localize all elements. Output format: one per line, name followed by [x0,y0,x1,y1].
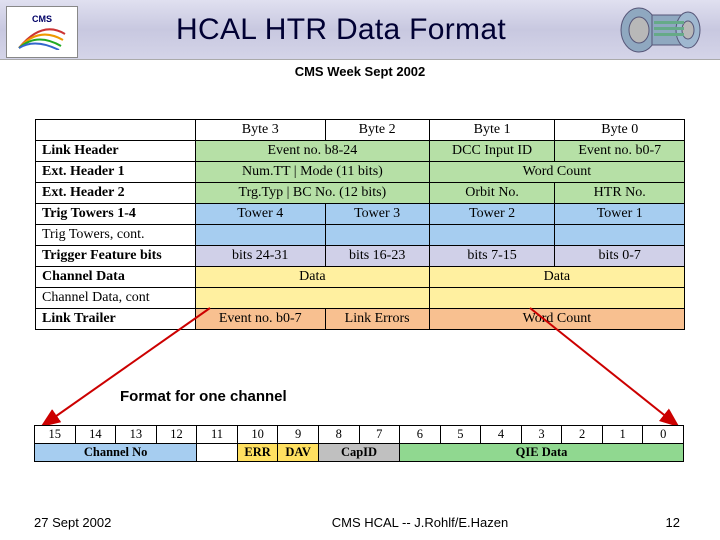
table-row: Trigger Feature bitsbits 24-31bits 16-23… [36,246,685,267]
bit-index: 7 [359,426,400,444]
data-cell: Tower 4 [196,204,326,225]
bit-index: 8 [318,426,359,444]
bit-index: 14 [75,426,116,444]
bits-head-row: 1514131211109876543210 [35,426,684,444]
data-cell [196,225,326,246]
data-format-table: Byte 3Byte 2Byte 1Byte 0 Link HeaderEven… [35,119,685,330]
bits-body-row: Channel No ERRDAVCapIDQIE Data [35,444,684,462]
data-cell: Event no. b0-7 [196,309,326,330]
data-cell: Word Count [429,162,684,183]
bit-index: 15 [35,426,76,444]
bits-table-container: 1514131211109876543210 Channel NoERRDAVC… [34,425,684,462]
row-label: Ext. Header 2 [36,183,196,204]
data-cell: Event no. b8-24 [196,141,430,162]
data-cell: Tower 2 [429,204,555,225]
subtitle: CMS Week Sept 2002 [295,64,426,79]
bit-index: 9 [278,426,319,444]
row-label: Trigger Feature bits [36,246,196,267]
data-cell [555,225,685,246]
page-title: HCAL HTR Data Format [78,13,604,47]
table-row: Link HeaderEvent no. b8-24DCC Input IDEv… [36,141,685,162]
byte-head: Byte 2 [325,120,429,141]
data-cell: Data [196,267,430,288]
row-label: Channel Data, cont [36,288,196,309]
row-label: Channel Data [36,267,196,288]
bit-field: ERR [237,444,278,462]
data-cell [325,225,429,246]
bit-index: 3 [521,426,562,444]
subtitle-row: CMS Week Sept 2002 [0,63,720,81]
slide-footer: 27 Sept 2002 CMS HCAL -- J.Rohlf/E.Hazen… [0,515,720,530]
data-cell: bits 0-7 [555,246,685,267]
byte-head: Byte 1 [429,120,555,141]
bit-index: 12 [156,426,197,444]
row-label: Trig Towers, cont. [36,225,196,246]
bit-field: DAV [278,444,319,462]
data-cell [429,288,684,309]
bit-index: 0 [643,426,684,444]
data-cell: Link Errors [325,309,429,330]
data-cell: Word Count [429,309,684,330]
table-row: Ext. Header 2Trg.Typ | BC No. (12 bits)O… [36,183,685,204]
bit-index: 1 [602,426,643,444]
table-row: Channel Data, cont [36,288,685,309]
bit-field: CapID [318,444,399,462]
row-label: Link Header [36,141,196,162]
bit-field: Channel No [35,444,197,462]
row-label: Ext. Header 1 [36,162,196,183]
bit-index: 6 [400,426,441,444]
table-row: Link TrailerEvent no. b0-7Link ErrorsWor… [36,309,685,330]
data-cell [196,288,430,309]
table-head-row: Byte 3Byte 2Byte 1Byte 0 [36,120,685,141]
data-cell: HTR No. [555,183,685,204]
main-table-container: Byte 3Byte 2Byte 1Byte 0 Link HeaderEven… [35,119,685,330]
channel-bits-table: 1514131211109876543210 Channel NoERRDAVC… [34,425,684,462]
data-cell: bits 24-31 [196,246,326,267]
data-cell: Tower 1 [555,204,685,225]
row-label: Link Trailer [36,309,196,330]
byte-head: Byte 0 [555,120,685,141]
data-cell: bits 16-23 [325,246,429,267]
data-cell [429,225,555,246]
bit-index: 13 [116,426,157,444]
footer-center: CMS HCAL -- J.Rohlf/E.Hazen [200,515,640,530]
data-cell: Trg.Typ | BC No. (12 bits) [196,183,430,204]
table-row: Channel DataDataData [36,267,685,288]
bit-index: 10 [237,426,278,444]
annotation-format: Format for one channel [120,388,287,405]
table-row: Trig Towers, cont. [36,225,685,246]
bit-index: 2 [562,426,603,444]
footer-page: 12 [640,515,720,530]
table-row: Ext. Header 1Num.TT | Mode (11 bits)Word… [36,162,685,183]
data-cell: Num.TT | Mode (11 bits) [196,162,430,183]
data-cell: Event no. b0-7 [555,141,685,162]
bit-index: 11 [197,426,238,444]
logo-text: CMS [32,14,52,24]
table-row: Trig Towers 1-4Tower 4Tower 3Tower 2Towe… [36,204,685,225]
data-cell: DCC Input ID [429,141,555,162]
rowlabel-head [36,120,196,141]
bit-index: 4 [481,426,522,444]
data-cell: Tower 3 [325,204,429,225]
detector-image [604,3,714,57]
byte-head: Byte 3 [196,120,326,141]
logo-arcs [17,24,67,50]
bit-field: QIE Data [400,444,684,462]
data-cell: Data [429,267,684,288]
data-cell: Orbit No. [429,183,555,204]
footer-date: 27 Sept 2002 [0,515,200,530]
row-label: Trig Towers 1-4 [36,204,196,225]
data-cell: bits 7-15 [429,246,555,267]
cms-logo: CMS [6,6,78,58]
bit-index: 5 [440,426,481,444]
slide-header: CMS HCAL HTR Data Format [0,0,720,60]
bit-field [197,444,238,462]
